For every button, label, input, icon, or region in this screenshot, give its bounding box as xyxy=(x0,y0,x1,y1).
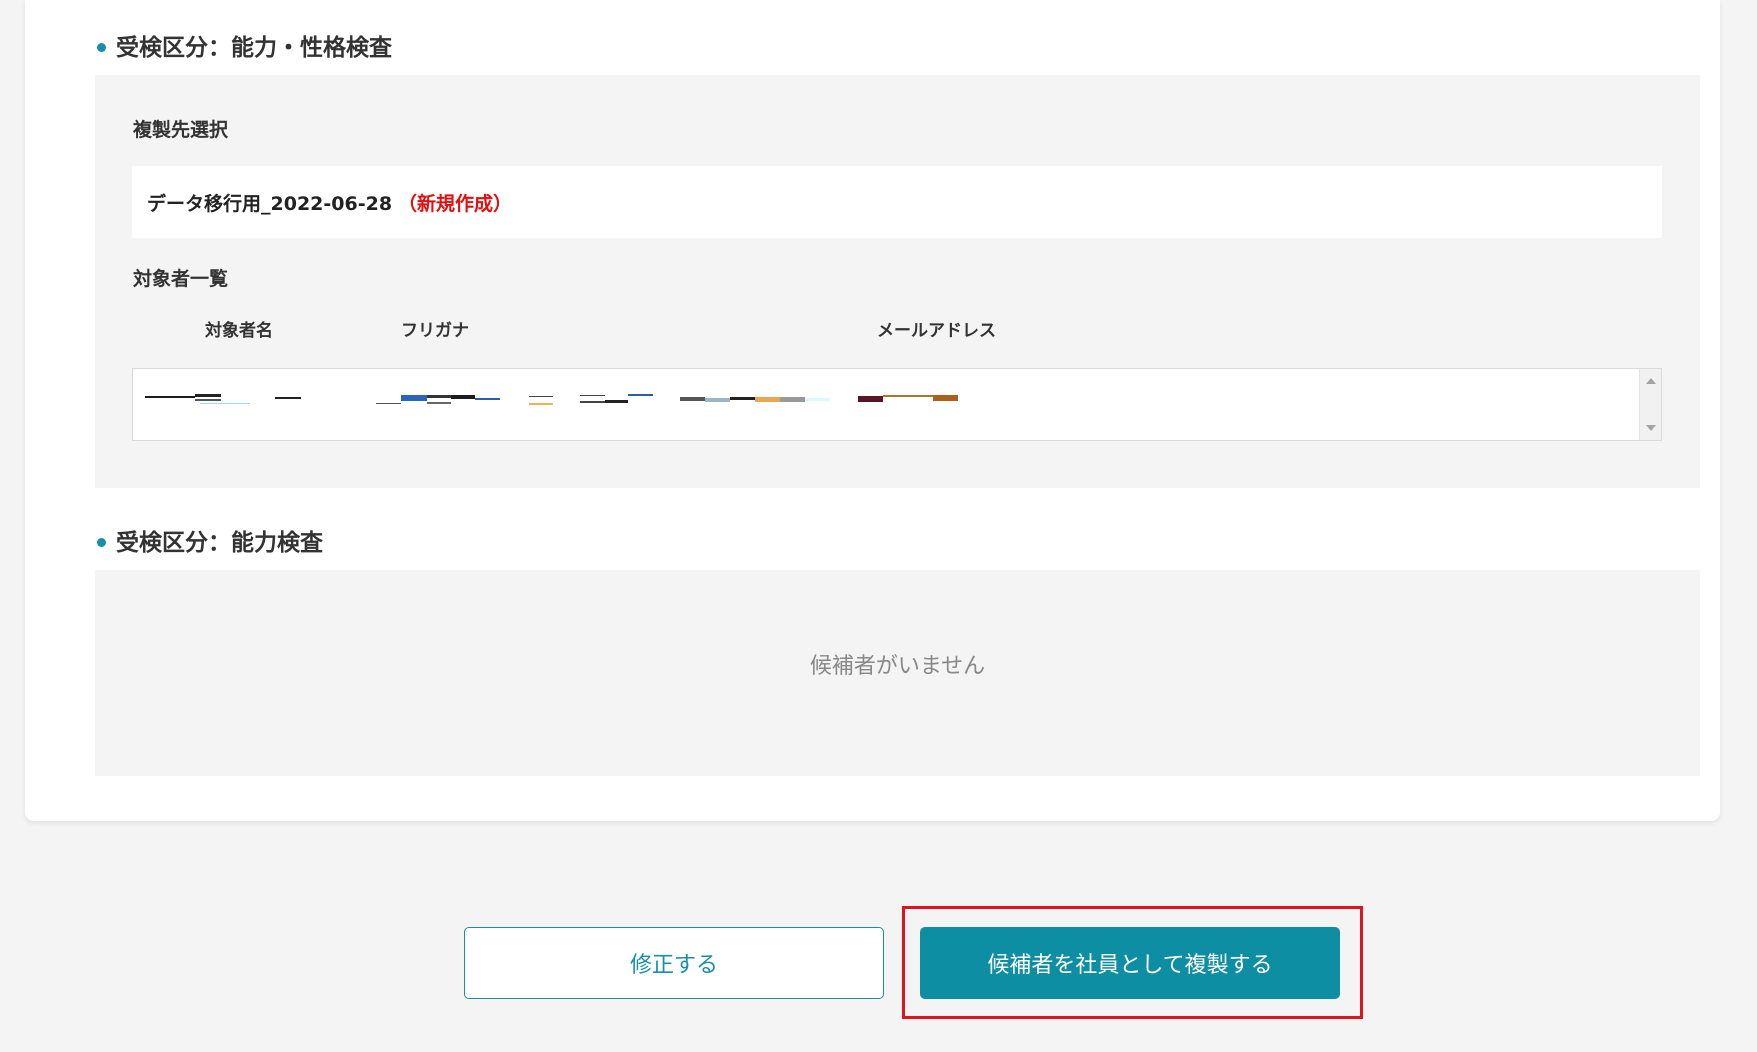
target-list-label: 対象者一覧 xyxy=(133,268,229,290)
section-title-text: 受検区分：能力・性格検査 xyxy=(116,35,392,61)
bullet-dot-icon xyxy=(97,42,106,52)
section-title-text: 受検区分：能力検査 xyxy=(116,530,323,556)
target-list[interactable] xyxy=(132,368,1662,441)
scroll-up-arrow-icon[interactable] xyxy=(1646,378,1656,384)
section-panel-ability-personality: 複製先選択 データ移行用_2022-06-28 （新規作成） 対象者一覧 対象者… xyxy=(95,75,1700,488)
column-header-furigana: フリガナ xyxy=(401,321,469,341)
highlight-frame xyxy=(902,906,1363,1019)
section-title-ability-personality: 受検区分：能力・性格検査 xyxy=(97,28,392,62)
content-card: 受検区分：能力・性格検査 複製先選択 データ移行用_2022-06-28 （新規… xyxy=(25,0,1720,821)
section-panel-ability: 候補者がいません xyxy=(95,570,1700,776)
section-title-ability: 受検区分：能力検査 xyxy=(97,523,323,557)
scroll-down-arrow-icon[interactable] xyxy=(1646,425,1656,431)
destination-label: 複製先選択 xyxy=(133,119,229,141)
column-header-name: 対象者名 xyxy=(205,321,273,341)
edit-button[interactable]: 修正する xyxy=(464,927,884,999)
destination-select[interactable]: データ移行用_2022-06-28 （新規作成） xyxy=(132,166,1662,238)
destination-name: データ移行用_2022-06-28 xyxy=(147,192,393,215)
column-header-email: メールアドレス xyxy=(877,321,996,341)
list-scrollbar[interactable] xyxy=(1639,369,1661,440)
bullet-dot-icon xyxy=(97,537,106,547)
empty-candidates-message: 候補者がいません xyxy=(809,654,986,679)
new-creation-tag: （新規作成） xyxy=(398,192,513,215)
